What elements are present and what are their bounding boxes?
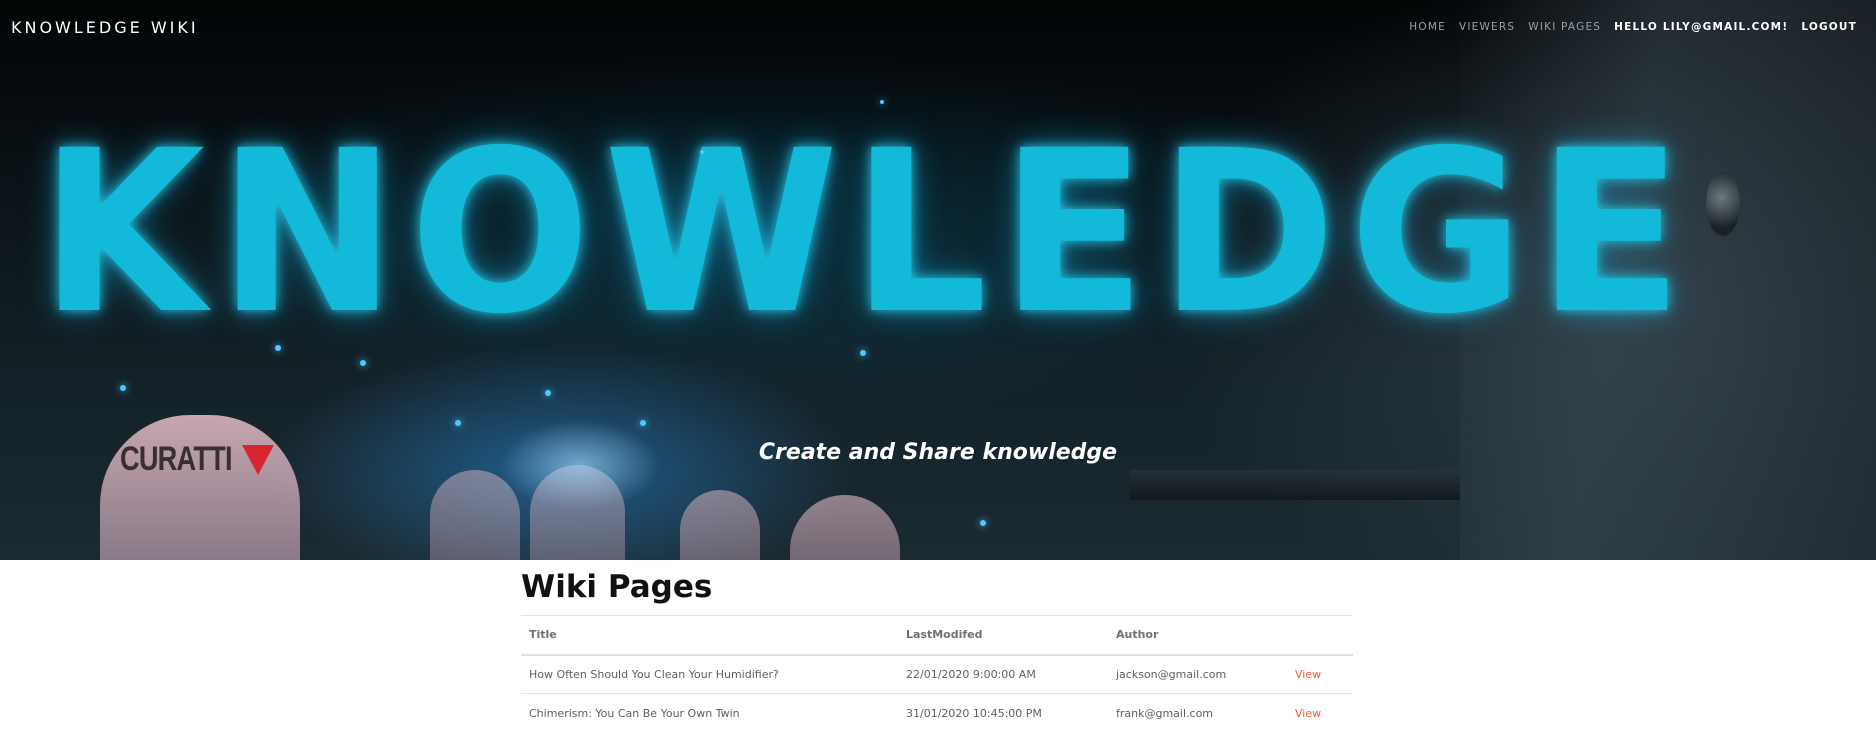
particle-decoration xyxy=(360,360,366,366)
header-title: Title xyxy=(521,615,898,656)
glow-orb-decoration xyxy=(500,420,660,510)
main-content: Wiki Pages Title LastModifed Author How … xyxy=(521,560,1353,733)
cell-actions: View xyxy=(1287,654,1353,694)
particle-decoration xyxy=(275,345,281,351)
particle-decoration xyxy=(545,390,551,396)
table-header-row: Title LastModifed Author xyxy=(521,615,1353,656)
cell-author: jackson@gmail.com xyxy=(1108,654,1287,694)
hero-banner: KNOWLEDGE CURATTI Create and Share knowl… xyxy=(0,0,1876,560)
nav-home[interactable]: HOME xyxy=(1409,21,1446,33)
wiki-pages-table: Title LastModifed Author How Often Shoul… xyxy=(521,615,1353,733)
cell-author: frank@gmail.com xyxy=(1116,706,1214,720)
view-link[interactable]: View xyxy=(1295,707,1321,720)
view-link[interactable]: View xyxy=(1295,668,1321,681)
suit-pocket-decoration xyxy=(1130,470,1460,500)
header-actions xyxy=(1287,615,1353,656)
cell-actions: View xyxy=(1287,694,1353,733)
suit-button-decoration xyxy=(1706,172,1740,236)
table-row: How Often Should You Clean Your Humidifi… xyxy=(521,654,1353,694)
brand-link[interactable]: KNOWLEDGE WIKI xyxy=(11,18,199,37)
top-navbar: KNOWLEDGE WIKI HOME VIEWERS WIKI PAGES H… xyxy=(0,0,1876,54)
particle-decoration xyxy=(120,385,126,391)
page-title: Wiki Pages xyxy=(521,569,713,605)
particle-decoration xyxy=(860,350,866,356)
cell-last-modified: 31/01/2020 10:45:00 PM xyxy=(906,706,1042,720)
nav-wiki-pages[interactable]: WIKI PAGES xyxy=(1528,21,1601,33)
particle-decoration xyxy=(640,420,646,426)
particle-decoration xyxy=(880,100,884,104)
header-last-modified: LastModifed xyxy=(898,615,1108,656)
nav-links: HOME VIEWERS WIKI PAGES HELLO LILY@GMAIL… xyxy=(1396,21,1857,33)
table-row: Chimerism: You Can Be Your Own Twin 31/0… xyxy=(521,694,1353,733)
hero-tagline: Create and Share knowledge xyxy=(758,440,1118,465)
particle-decoration xyxy=(455,420,461,426)
nav-viewers[interactable]: VIEWERS xyxy=(1459,21,1515,33)
nav-logout[interactable]: LOGOUT xyxy=(1801,21,1857,33)
particle-decoration xyxy=(980,520,986,526)
header-author: Author xyxy=(1108,615,1287,656)
cell-last-modified: 22/01/2020 9:00:00 AM xyxy=(898,654,1108,694)
cell-title: Chimerism: You Can Be Your Own Twin xyxy=(529,706,740,720)
particle-decoration xyxy=(700,150,704,154)
nav-user-greeting[interactable]: HELLO LILY@GMAIL.COM! xyxy=(1614,21,1788,33)
hero-knowledge-word: KNOWLEDGE xyxy=(40,102,1696,363)
cell-title: How Often Should You Clean Your Humidifi… xyxy=(521,654,898,694)
